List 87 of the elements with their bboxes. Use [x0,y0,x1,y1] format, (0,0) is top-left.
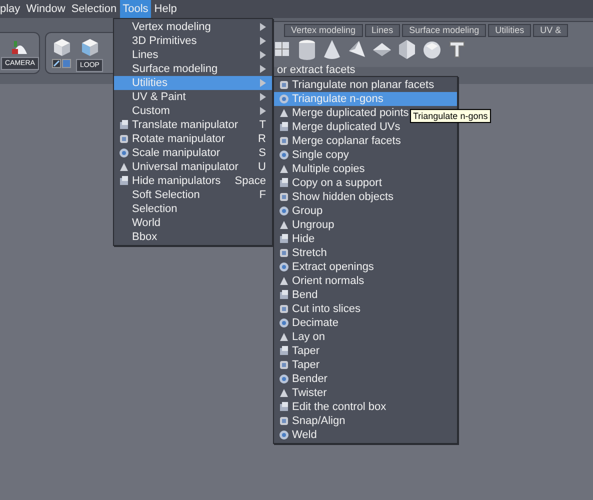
menu-item[interactable]: 3D Primitives [114,34,272,48]
tool-icon [278,275,290,287]
menu-item[interactable]: Selection [114,202,272,216]
menu-item[interactable]: Hide [274,232,457,246]
menu-item[interactable]: Triangulate non planar facets [274,78,457,92]
menu-item[interactable]: Bender [274,372,457,386]
hint-text: or extract facets [277,64,356,76]
cube-icon [52,37,72,57]
tool-icon [118,133,130,145]
hover-tooltip: Triangulate n-gons [410,109,491,123]
tool-icon [118,147,130,159]
menu-item[interactable]: Custom [114,104,272,118]
menu-item[interactable]: Lay on [274,330,457,344]
menu-item[interactable]: Hide manipulators Space [114,174,272,188]
menu-item[interactable]: Surface modeling [114,62,272,76]
menu-item[interactable]: Window [23,0,68,18]
menu-item[interactable]: Ungroup [274,218,457,232]
menu-item[interactable]: Lines [114,48,272,62]
tool-icon [278,149,290,161]
menu-item[interactable]: Copy on a support [274,176,457,190]
menu-item[interactable]: Decimate [274,316,457,330]
selection-tools-icon [52,59,72,68]
tool-icon [278,387,290,399]
tool-icon [278,205,290,217]
menu-item[interactable]: Bbox [114,230,272,244]
menu-item[interactable]: Bend [274,288,457,302]
menu-item[interactable]: Orient normals [274,274,457,288]
cone-icon [322,39,342,61]
tab[interactable]: Vertex modeling [284,24,363,37]
menu-item[interactable]: Rotate manipulator R [114,132,272,146]
menu-item[interactable]: Extract openings [274,260,457,274]
menu-item[interactable]: Group [274,204,457,218]
tab[interactable]: Surface modeling [402,24,486,37]
tool-icon [278,345,290,357]
tool-icon [278,289,290,301]
menu-item[interactable]: Snap/Align [274,414,457,428]
tool-icon [278,415,290,427]
menu-item[interactable]: Merge coplanar facets [274,134,457,148]
menu-item[interactable]: World [114,216,272,230]
polyhedron-icon [397,39,417,61]
menu-item[interactable]: Multiple copies [274,162,457,176]
tool-icon [278,261,290,273]
tool-icon [278,247,290,259]
menu-item[interactable]: play [0,0,24,18]
menu-item[interactable]: Stretch [274,246,457,260]
cube-icon [80,37,100,57]
menu-item[interactable]: Merge duplicated UVs [274,120,457,134]
tool-icon [278,317,290,329]
polyhedron-icon [422,39,442,61]
menu-item[interactable]: Translate manipulator T [114,118,272,132]
menu-item[interactable]: Scale manipulator S [114,146,272,160]
tab[interactable]: Utilities [488,24,532,37]
tool-icon [278,177,290,189]
tab[interactable]: Lines [364,24,400,37]
menu-item[interactable]: Universal manipulator U [114,160,272,174]
menu-item[interactable]: UV & Paint [114,90,272,104]
menu-item[interactable]: Vertex modeling [114,20,272,34]
menu-item[interactable]: Help [151,0,180,18]
tool-icon [278,135,290,147]
tool-icon [278,191,290,203]
menu-item[interactable]: Selection [68,0,120,18]
menu-item[interactable]: Soft Selection F [114,188,272,202]
tool-icon [278,359,290,371]
tool-icon [278,303,290,315]
tool-icon [278,373,290,385]
tool-icon [118,161,130,173]
tool-icon [278,233,290,245]
tool-icon [278,163,290,175]
menu-item[interactable]: Single copy [274,148,457,162]
cylinder-icon [297,39,317,61]
menu-item[interactable]: Taper [274,358,457,372]
menu-item[interactable]: Taper [274,344,457,358]
tool-icon [278,429,290,441]
tool-icon [278,331,290,343]
tool-icon [278,79,290,91]
tool-icon [278,93,290,105]
tab[interactable]: UV & [533,24,568,37]
tool-icon [278,401,290,413]
tool-icon [278,219,290,231]
menu-item[interactable]: Edit the control box [274,400,457,414]
tool-icon [278,121,290,133]
tool-icon [118,175,130,187]
menu-item[interactable]: Show hidden objects [274,190,457,204]
menu-item[interactable]: Weld [274,428,457,442]
menu-item[interactable]: Cut into slices [274,302,457,316]
tool-icon [118,119,130,131]
menu-item[interactable]: Twister [274,386,457,400]
